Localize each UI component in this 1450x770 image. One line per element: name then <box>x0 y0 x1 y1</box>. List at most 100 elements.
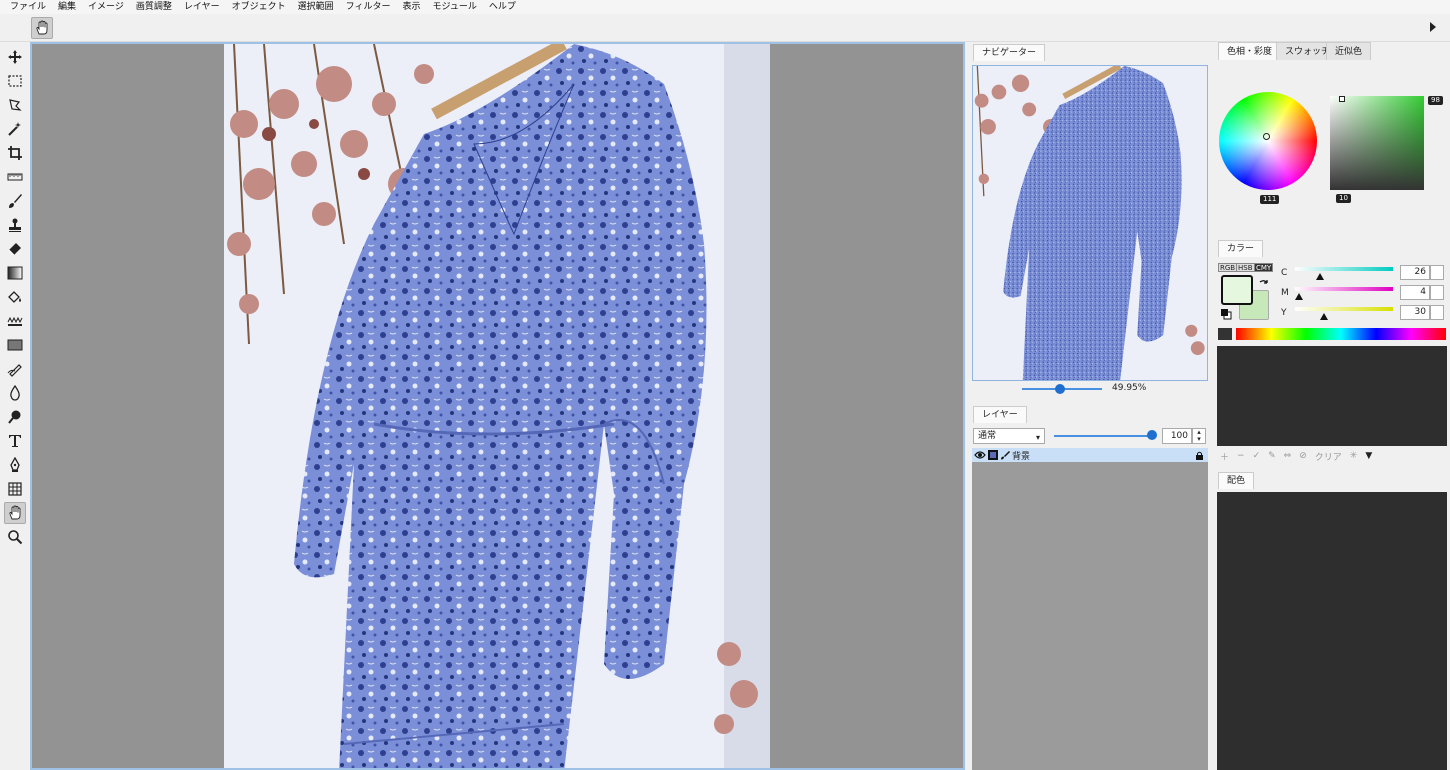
mode-hsb-button[interactable]: HSB <box>1236 263 1255 272</box>
channel-y-label: Y <box>1281 308 1287 318</box>
pencil-icon[interactable]: ✎ <box>1268 451 1276 461</box>
brush-small-icon <box>1001 451 1010 460</box>
magic-wand-icon <box>8 122 21 136</box>
menu-edit[interactable]: 編集 <box>52 0 82 14</box>
channel-c-knob[interactable] <box>1316 273 1325 280</box>
hand-tool[interactable] <box>4 502 26 524</box>
color-scheme-area[interactable] <box>1217 492 1447 770</box>
check-icon[interactable]: ✓ <box>1253 451 1261 461</box>
menu-view[interactable]: 表示 <box>396 0 426 14</box>
menu-down-icon[interactable]: ▼ <box>1365 451 1372 461</box>
crop-tool[interactable] <box>4 142 26 164</box>
menu-module[interactable]: モジュール <box>426 0 482 14</box>
menu-adjust[interactable]: 画質調整 <box>130 0 178 14</box>
blend-mode-select[interactable]: 通常 ▾ <box>973 428 1045 444</box>
menu-help[interactable]: ヘルプ <box>483 0 522 14</box>
channel-y-knob[interactable] <box>1320 313 1329 320</box>
pen-tool[interactable] <box>4 454 26 476</box>
blend-mode-value: 通常 <box>978 431 997 441</box>
foreground-color-swatch[interactable] <box>1221 275 1253 305</box>
pen-edit-icon <box>7 364 22 377</box>
channel-m-track[interactable] <box>1295 287 1393 291</box>
mode-cmy-button[interactable]: CMY <box>1254 263 1274 272</box>
hue-color-wheel[interactable] <box>1219 92 1317 190</box>
wave-tool[interactable] <box>4 310 26 332</box>
mode-rgb-button[interactable]: RGB <box>1218 263 1238 272</box>
minus-icon[interactable]: − <box>1237 451 1245 461</box>
sv-cursor[interactable] <box>1339 96 1345 102</box>
menu-select[interactable]: 選択範囲 <box>292 0 340 14</box>
navigator-zoom-knob[interactable] <box>1055 384 1065 394</box>
canvas-area[interactable] <box>30 42 965 770</box>
default-colors-icon[interactable] <box>1220 308 1232 320</box>
channel-c-track[interactable] <box>1295 267 1393 271</box>
tab-hue-saturation[interactable]: 色相・彩度 <box>1218 42 1282 60</box>
channel-c-label: C <box>1281 268 1288 278</box>
link-icon[interactable]: ⇔ <box>1284 451 1292 461</box>
tab-color[interactable]: カラー <box>1218 240 1264 257</box>
channel-y-input[interactable]: 30 <box>1400 305 1430 320</box>
blur-tool[interactable] <box>4 382 26 404</box>
menu-object[interactable]: オブジェクト <box>226 0 292 14</box>
menu-filter[interactable]: フィルター <box>340 0 397 14</box>
mesh-tool[interactable] <box>4 478 26 500</box>
fill-tool[interactable] <box>4 286 26 308</box>
collapse-panels-arrow-icon[interactable] <box>1430 22 1436 32</box>
brush-tool[interactable] <box>4 190 26 212</box>
hue-wheel-cursor[interactable] <box>1263 133 1270 140</box>
navigator-thumbnail[interactable] <box>972 65 1208 381</box>
tab-color-scheme[interactable]: 配色 <box>1218 472 1255 489</box>
swap-colors-icon[interactable] <box>1258 278 1270 290</box>
opacity-input[interactable]: 100 <box>1162 428 1192 444</box>
move-tool[interactable] <box>4 46 26 68</box>
magic-wand-tool[interactable] <box>4 118 26 140</box>
eye-icon[interactable] <box>974 450 986 460</box>
zigzag-icon <box>7 316 23 326</box>
menu-file[interactable]: ファイル <box>4 0 52 14</box>
channel-y-spinner[interactable] <box>1430 305 1444 320</box>
tab-similar-colors[interactable]: 近似色 <box>1326 42 1372 60</box>
add-icon[interactable]: ＋ <box>1220 450 1229 463</box>
opacity-spinner[interactable]: ▴ ▾ <box>1192 428 1206 444</box>
rectangle-icon <box>7 339 23 351</box>
clear-button[interactable]: クリア <box>1315 450 1342 463</box>
tab-layers[interactable]: レイヤー <box>973 406 1027 423</box>
tab-navigator[interactable]: ナビゲーター <box>973 44 1046 61</box>
channel-y-track[interactable] <box>1295 307 1393 311</box>
color-spectrum-bar[interactable] <box>1236 328 1446 340</box>
menu-layer[interactable]: レイヤー <box>178 0 226 14</box>
block-icon[interactable]: ⊘ <box>1299 451 1307 461</box>
menu-image[interactable]: イメージ <box>82 0 130 14</box>
channel-m-input[interactable]: 4 <box>1400 285 1430 300</box>
stamp-tool[interactable] <box>4 214 26 236</box>
marquee-tool[interactable] <box>4 70 26 92</box>
ruler-icon <box>7 173 23 181</box>
ruler-tool[interactable] <box>4 166 26 188</box>
dodge-tool[interactable] <box>4 406 26 428</box>
text-tool[interactable] <box>4 430 26 452</box>
zoom-tool[interactable] <box>4 526 26 548</box>
channel-c-spinner[interactable] <box>1430 265 1444 280</box>
photo-dress-image <box>224 44 770 768</box>
warp-tool[interactable] <box>4 358 26 380</box>
layer-row[interactable]: 背景 <box>972 448 1208 462</box>
shape-tool[interactable] <box>4 334 26 356</box>
channel-m-spinner[interactable] <box>1430 285 1444 300</box>
lock-icon[interactable] <box>1195 451 1204 460</box>
gradient-tool[interactable] <box>4 262 26 284</box>
magnifier-icon <box>8 530 23 545</box>
rect-select-icon <box>8 75 22 87</box>
black-swatch[interactable] <box>1218 328 1232 340</box>
channel-c-input[interactable]: 26 <box>1400 265 1430 280</box>
lasso-tool[interactable] <box>4 94 26 116</box>
star-icon[interactable]: ✳ <box>1350 451 1358 461</box>
hand-option-button[interactable] <box>31 17 53 39</box>
hand-icon <box>36 20 48 35</box>
opacity-knob[interactable] <box>1147 430 1157 440</box>
lasso-icon <box>9 99 22 111</box>
swatch-area[interactable] <box>1217 346 1447 446</box>
saturation-value-box[interactable] <box>1330 96 1424 190</box>
opacity-slider[interactable] <box>1054 435 1154 437</box>
eraser-tool[interactable] <box>4 238 26 260</box>
channel-m-knob[interactable] <box>1294 293 1303 300</box>
